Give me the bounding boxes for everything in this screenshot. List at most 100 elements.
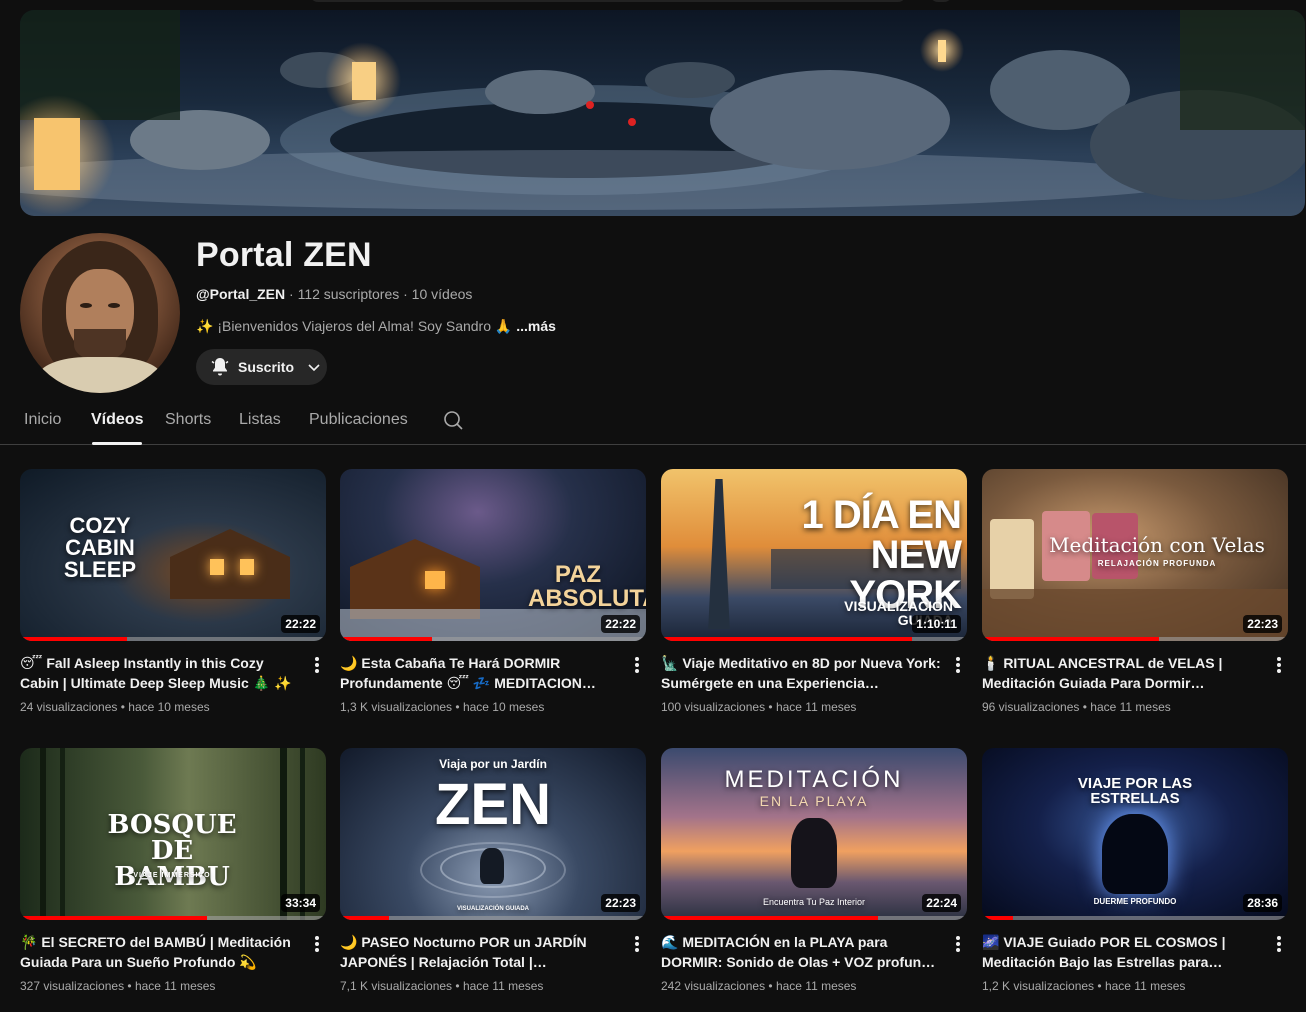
- tab-inicio[interactable]: Inicio: [24, 411, 61, 429]
- upload-age: hace 11 meses: [462, 979, 544, 993]
- channel-description[interactable]: ✨ ¡Bienvenidos Viajeros del Alma! Soy Sa…: [196, 318, 556, 335]
- channel-stats: · 112 suscriptores · 10 vídeos: [285, 286, 473, 302]
- thumbnail-subtext: RELAJACIÓN PROFUNDA: [1097, 559, 1217, 568]
- tab-publicaciones[interactable]: Publicaciones: [309, 411, 408, 429]
- more-options-icon[interactable]: [950, 934, 966, 954]
- watch-progress-fill: [982, 916, 1013, 920]
- more-options-icon[interactable]: [950, 655, 966, 675]
- video-thumbnail[interactable]: COZY CABIN SLEEP 22:22: [20, 469, 326, 641]
- upload-age: hace 10 meses: [462, 700, 545, 714]
- channel-name: Portal ZEN: [196, 236, 372, 274]
- video-meta: 96 visualizaciones • hace 11 meses: [982, 700, 1171, 714]
- thumbnail-subtext: Viaja por un Jardín: [439, 757, 547, 771]
- active-tab-indicator: [92, 442, 142, 445]
- video-title[interactable]: 🕯️ RITUAL ANCESTRAL de VELAS | Meditació…: [982, 653, 1262, 693]
- video-title[interactable]: 😴 Fall Asleep Instantly in this Cozy Cab…: [20, 653, 300, 693]
- channel-banner: [20, 10, 1305, 216]
- upload-age: hace 11 meses: [775, 700, 857, 714]
- watch-progress-fill: [20, 916, 207, 920]
- thumbnail-text: ZEN: [435, 772, 551, 837]
- watch-progress: [20, 637, 326, 641]
- view-count: 1,3 K visualizaciones: [340, 700, 453, 714]
- watch-progress-fill: [340, 637, 432, 641]
- description-text: ✨ ¡Bienvenidos Viajeros del Alma! Soy Sa…: [196, 318, 517, 334]
- video-thumbnail[interactable]: PAZ ABSOLUTA 22:22: [340, 469, 646, 641]
- watch-progress: [661, 637, 967, 641]
- more-options-icon[interactable]: [1271, 655, 1287, 675]
- view-count: 24 visualizaciones: [20, 700, 118, 714]
- thumbnail-text: Meditación con Velas: [1049, 533, 1265, 557]
- thumbnail-footer: Encuentra Tu Paz Interior: [762, 897, 866, 907]
- more-options-icon[interactable]: [309, 934, 325, 954]
- view-count: 100 visualizaciones: [661, 700, 766, 714]
- watch-progress-fill: [661, 637, 912, 641]
- channel-tabs: Inicio Vídeos Shorts Listas Publicacione…: [0, 400, 1306, 445]
- video-meta: 100 visualizaciones • hace 11 meses: [661, 700, 857, 714]
- search-bar-edge: [310, 0, 906, 2]
- view-count: 7,1 K visualizaciones: [340, 979, 453, 993]
- upload-age: hace 11 meses: [134, 979, 216, 993]
- watch-progress: [340, 637, 646, 641]
- video-duration: 33:34: [281, 894, 320, 912]
- bell-icon: [211, 358, 229, 376]
- tab-videos[interactable]: Vídeos: [91, 411, 143, 429]
- video-title[interactable]: 🗽 Viaje Meditativo en 8D por Nueva York:…: [661, 653, 941, 693]
- video-title[interactable]: 🌙 Esta Cabaña Te Hará DORMIR Profundamen…: [340, 653, 620, 693]
- watch-progress-fill: [340, 916, 389, 920]
- video-duration: 22:23: [601, 894, 640, 912]
- search-icon[interactable]: [442, 409, 464, 431]
- video-meta: 24 visualizaciones • hace 10 meses: [20, 700, 210, 714]
- view-count: 96 visualizaciones: [982, 700, 1080, 714]
- watch-progress: [340, 916, 646, 920]
- thumbnail-text: MEDITACIÓN: [724, 766, 904, 793]
- watch-progress-fill: [661, 916, 879, 920]
- video-meta: 1,3 K visualizaciones • hace 10 meses: [340, 700, 545, 714]
- channel-avatar[interactable]: [20, 233, 180, 393]
- video-title[interactable]: 🌙 PASEO Nocturno POR un JARDÍN JAPONÉS |…: [340, 932, 620, 972]
- upload-age: hace 11 meses: [1090, 700, 1171, 714]
- more-options-icon[interactable]: [629, 655, 645, 675]
- more-options-icon[interactable]: [629, 934, 645, 954]
- thumbnail-footer: VISUALIZACIÓN GUIADA: [457, 906, 529, 912]
- tab-shorts[interactable]: Shorts: [165, 411, 211, 429]
- video-duration: 1:10:11: [912, 615, 961, 633]
- channel-handle: @Portal_ZEN: [196, 286, 286, 302]
- video-meta: 327 visualizaciones • hace 11 meses: [20, 979, 216, 993]
- video-thumbnail[interactable]: VIAJE POR LAS ESTRELLAS DUERME PROFUNDO …: [982, 748, 1288, 920]
- banner-art: [20, 10, 1305, 215]
- tab-listas[interactable]: Listas: [239, 411, 281, 429]
- channel-meta: @Portal_ZEN · 112 suscriptores · 10 víde…: [196, 286, 472, 302]
- video-duration: 22:23: [1243, 615, 1282, 633]
- video-thumbnail[interactable]: BOSQUE DE BAMBU VIAJE IMMERSIVO 33:34: [20, 748, 326, 920]
- view-count: 327 visualizaciones: [20, 979, 125, 993]
- video-meta: 7,1 K visualizaciones • hace 11 meses: [340, 979, 544, 993]
- video-duration: 22:22: [601, 615, 640, 633]
- watch-progress-fill: [20, 637, 128, 641]
- video-thumbnail[interactable]: Viaja por un Jardín ZEN VISUALIZACIÓN GU…: [340, 748, 646, 920]
- video-thumbnail[interactable]: 1 DÍA EN NEW YORK VISUALIZACIÓN GUIADA 1…: [661, 469, 967, 641]
- description-more-link[interactable]: ...más: [516, 318, 556, 334]
- video-title[interactable]: 🌌 VIAJE Guiado POR EL COSMOS | Meditació…: [982, 932, 1262, 972]
- video-meta: 1,2 K visualizaciones • hace 11 meses: [982, 979, 1186, 993]
- upload-age: hace 11 meses: [1104, 979, 1186, 993]
- subscribed-label: Suscrito: [238, 359, 295, 375]
- video-thumbnail[interactable]: Meditación con Velas RELAJACIÓN PROFUNDA…: [982, 469, 1288, 641]
- video-duration: 28:36: [1243, 894, 1282, 912]
- video-title[interactable]: 🎋 El SECRETO del BAMBÚ | Meditación Guia…: [20, 932, 300, 972]
- video-thumbnail[interactable]: MEDITACIÓN EN LA PLAYA Encuentra Tu Paz …: [661, 748, 967, 920]
- more-options-icon[interactable]: [309, 655, 325, 675]
- view-count: 242 visualizaciones: [661, 979, 766, 993]
- watch-progress: [982, 916, 1288, 920]
- thumbnail-text: 1 DÍA EN NEW YORK: [801, 493, 962, 617]
- more-options-icon[interactable]: [1271, 934, 1287, 954]
- video-title[interactable]: 🌊 MEDITACIÓN en la PLAYA para DORMIR: So…: [661, 932, 941, 972]
- upload-age: hace 11 meses: [775, 979, 857, 993]
- subscribed-button[interactable]: Suscrito: [196, 349, 327, 385]
- watch-progress: [661, 916, 967, 920]
- thumbnail-text: COZY CABIN SLEEP: [63, 513, 137, 582]
- view-count: 1,2 K visualizaciones: [982, 979, 1095, 993]
- thumbnail-text: PAZ ABSOLUTA: [528, 561, 646, 612]
- video-duration: 22:24: [922, 894, 961, 912]
- thumbnail-subtext: EN LA PLAYA: [759, 793, 869, 809]
- watch-progress-fill: [982, 637, 1160, 641]
